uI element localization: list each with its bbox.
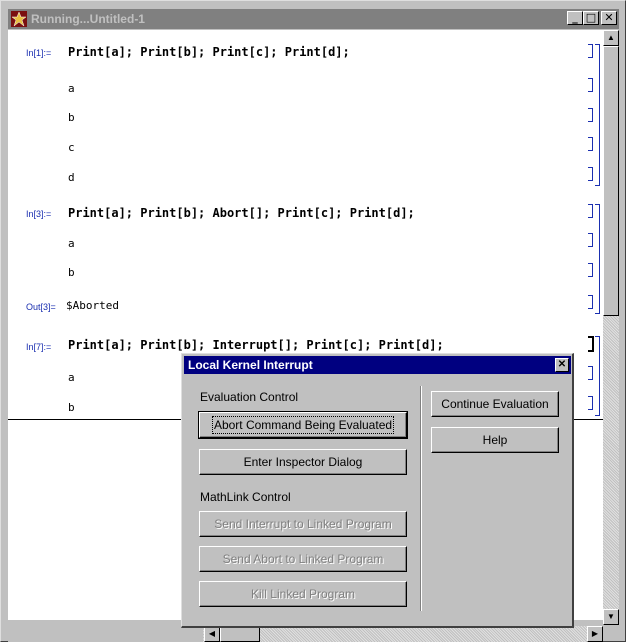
scroll-left-arrow-icon[interactable]: ◀ xyxy=(204,626,220,642)
group-bracket[interactable] xyxy=(595,336,600,416)
abort-command-button[interactable]: Abort Command Being Evaluated xyxy=(198,411,408,439)
aborted-output: $Aborted xyxy=(66,299,119,312)
selected-cell-bracket[interactable] xyxy=(588,336,594,352)
scroll-thumb[interactable] xyxy=(603,46,619,316)
local-kernel-interrupt-dialog: Local Kernel Interrupt ✕ Evaluation Cont… xyxy=(181,353,574,628)
print-output: a xyxy=(68,371,75,384)
enter-inspector-button[interactable]: Enter Inspector Dialog xyxy=(199,449,407,475)
kill-linked-program-button[interactable]: Kill Linked Program xyxy=(199,581,407,607)
cell-bracket[interactable] xyxy=(588,396,593,410)
cell-bracket[interactable] xyxy=(588,44,593,58)
input-label: In[3]:= xyxy=(26,209,52,219)
input-cell[interactable]: Print[a]; Print[b]; Print[c]; Print[d]; xyxy=(68,45,350,59)
print-output: c xyxy=(68,141,75,154)
scroll-right-arrow-icon[interactable]: ▶ xyxy=(587,626,603,642)
print-output: b xyxy=(68,401,75,414)
cell-bracket[interactable] xyxy=(588,233,593,247)
input-label: In[7]:= xyxy=(26,342,52,352)
send-abort-button[interactable]: Send Abort to Linked Program xyxy=(199,546,407,572)
dialog-divider xyxy=(420,386,422,611)
group-bracket[interactable] xyxy=(595,44,600,186)
dialog-title: Local Kernel Interrupt xyxy=(188,358,313,372)
evaluation-control-label: Evaluation Control xyxy=(200,390,299,404)
group-bracket[interactable] xyxy=(595,204,600,314)
dialog-title-bar[interactable]: Local Kernel Interrupt ✕ xyxy=(184,356,571,374)
cell-bracket[interactable] xyxy=(588,108,593,122)
horizontal-scroll-thumb[interactable] xyxy=(220,626,260,642)
dialog-close-icon[interactable]: ✕ xyxy=(555,358,569,372)
print-output: a xyxy=(68,237,75,250)
cell-bracket[interactable] xyxy=(588,137,593,151)
cell-bracket[interactable] xyxy=(588,366,593,380)
print-output: d xyxy=(68,171,75,184)
mathematica-icon xyxy=(11,11,27,27)
input-cell[interactable]: Print[a]; Print[b]; Interrupt[]; Print[c… xyxy=(68,338,444,352)
print-output: b xyxy=(68,266,75,279)
cell-bracket[interactable] xyxy=(588,167,593,181)
help-button[interactable]: Help xyxy=(431,427,559,453)
horizontal-scrollbar[interactable]: ◀ ▶ xyxy=(8,626,603,642)
status-area xyxy=(8,626,203,642)
close-button[interactable]: ✕ xyxy=(601,11,617,25)
cell-bracket[interactable] xyxy=(588,204,593,218)
vertical-scrollbar[interactable]: ▲ ▼ xyxy=(603,30,619,625)
cell-bracket[interactable] xyxy=(588,263,593,277)
continue-evaluation-button[interactable]: Continue Evaluation xyxy=(431,391,559,417)
cell-bracket[interactable] xyxy=(588,78,593,92)
cell-bracket[interactable] xyxy=(588,295,593,309)
maximize-button[interactable]: □ xyxy=(583,11,599,25)
title-bar[interactable]: Running...Untitled-1 _ □ ✕ xyxy=(8,9,619,29)
minimize-button[interactable]: _ xyxy=(567,11,583,25)
input-label: In[1]:= xyxy=(26,48,52,58)
send-interrupt-button[interactable]: Send Interrupt to Linked Program xyxy=(199,511,407,537)
scroll-up-arrow-icon[interactable]: ▲ xyxy=(603,30,619,46)
window-title: Running...Untitled-1 xyxy=(31,12,145,26)
print-output: b xyxy=(68,111,75,124)
mathlink-control-label: MathLink Control xyxy=(200,490,291,504)
scroll-down-arrow-icon[interactable]: ▼ xyxy=(603,609,619,625)
output-label: Out[3]= xyxy=(26,302,56,312)
input-cell[interactable]: Print[a]; Print[b]; Abort[]; Print[c]; P… xyxy=(68,206,415,220)
print-output: a xyxy=(68,82,75,95)
